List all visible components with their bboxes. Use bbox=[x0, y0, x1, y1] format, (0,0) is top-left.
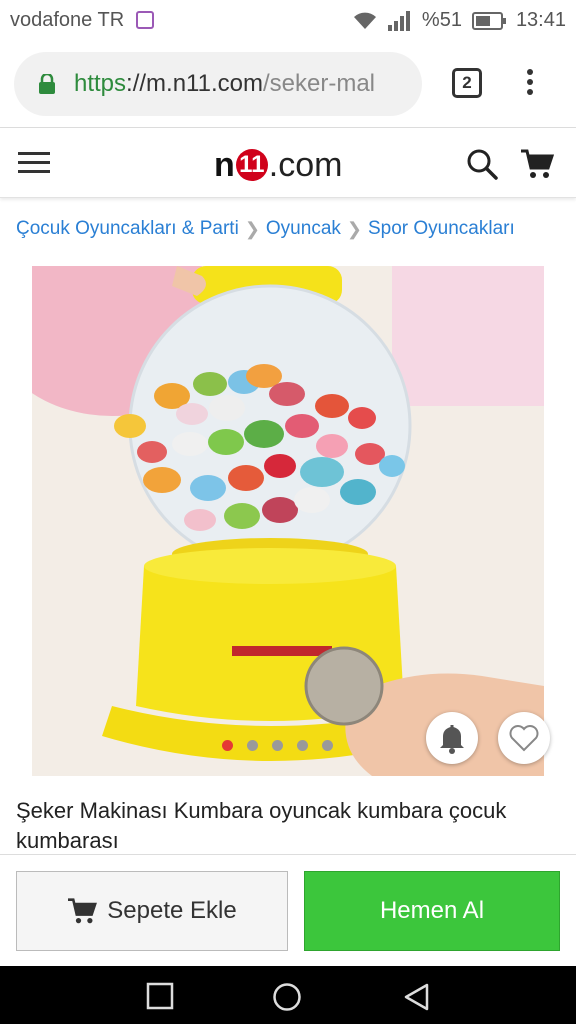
heart-icon bbox=[509, 725, 539, 752]
status-bar: vodafone TR %51 13:41 bbox=[0, 0, 576, 40]
buy-now-button[interactable]: Hemen Al bbox=[304, 871, 560, 951]
breadcrumb-item-sports-toys[interactable]: Spor Oyuncakları bbox=[368, 218, 515, 240]
signal-icon bbox=[387, 10, 410, 31]
buy-now-label: Hemen Al bbox=[379, 897, 485, 924]
carousel-dot[interactable] bbox=[222, 740, 233, 751]
bell-icon bbox=[440, 725, 464, 754]
url-scheme: https bbox=[74, 70, 127, 97]
tab-switcher-button[interactable]: 2 bbox=[452, 68, 482, 98]
back-icon[interactable] bbox=[402, 982, 430, 1012]
site-header: n 11 .com bbox=[0, 128, 576, 198]
carrier-name: vodafone TR bbox=[10, 9, 125, 31]
address-bar[interactable]: https://m.n11.com/seker-mal bbox=[14, 52, 422, 116]
carousel-dot[interactable] bbox=[247, 740, 258, 751]
gumball-machine-illustration bbox=[32, 266, 544, 776]
breadcrumb-item-toys[interactable]: Oyuncak bbox=[266, 218, 341, 240]
product-image[interactable] bbox=[32, 266, 544, 776]
sim-icon bbox=[136, 11, 154, 29]
lock-icon bbox=[39, 74, 55, 94]
battery-percent: %51 bbox=[421, 9, 462, 31]
hamburger-menu-icon[interactable] bbox=[18, 152, 50, 174]
chevron-right-icon: ❯ bbox=[244, 218, 260, 239]
carousel-dot[interactable] bbox=[297, 740, 308, 751]
breadcrumb: Çocuk Oyuncakları & Parti ❯ Oyuncak ❯ Sp… bbox=[16, 218, 515, 240]
logo-prefix: n bbox=[214, 145, 235, 184]
ladybug-icon: 11 bbox=[235, 149, 268, 181]
carousel-dot[interactable] bbox=[272, 740, 283, 751]
url-text[interactable]: https://m.n11.com/seker-mal bbox=[74, 70, 418, 98]
product-title: Şeker Makinası Kumbara oyuncak kumbara ç… bbox=[16, 798, 507, 853]
url-host: m.n11.com bbox=[146, 70, 263, 97]
status-right: %51 13:41 bbox=[352, 9, 566, 32]
browser-toolbar: https://m.n11.com/seker-mal 2 bbox=[0, 40, 576, 128]
search-icon[interactable] bbox=[466, 148, 498, 180]
clock: 13:41 bbox=[515, 9, 566, 31]
home-icon[interactable] bbox=[272, 982, 302, 1012]
site-logo[interactable]: n 11 .com bbox=[214, 140, 342, 190]
logo-suffix: .com bbox=[268, 145, 343, 184]
logo-badge: 11 bbox=[239, 151, 265, 178]
url-path: /seker-mal bbox=[262, 70, 376, 97]
action-bar: Sepete Ekle Hemen Al bbox=[0, 854, 576, 966]
add-to-cart-label: Sepete Ekle bbox=[107, 897, 237, 924]
browser-menu-icon[interactable] bbox=[520, 66, 540, 102]
cart-icon[interactable] bbox=[520, 148, 554, 180]
carousel-indicator[interactable] bbox=[222, 740, 333, 751]
add-to-cart-button[interactable]: Sepete Ekle bbox=[16, 871, 288, 951]
url-separator: :// bbox=[126, 70, 147, 97]
chevron-right-icon: ❯ bbox=[346, 218, 362, 239]
favorite-button[interactable] bbox=[498, 712, 550, 764]
system-navigation-bar bbox=[0, 966, 576, 1024]
battery-icon bbox=[471, 11, 506, 30]
cart-icon bbox=[68, 898, 98, 924]
price-alert-button[interactable] bbox=[426, 712, 478, 764]
carousel-dot[interactable] bbox=[322, 740, 333, 751]
recent-apps-icon[interactable] bbox=[146, 982, 174, 1010]
wifi-icon bbox=[353, 12, 376, 29]
breadcrumb-item-kids-toys[interactable]: Çocuk Oyuncakları & Parti bbox=[16, 218, 239, 240]
